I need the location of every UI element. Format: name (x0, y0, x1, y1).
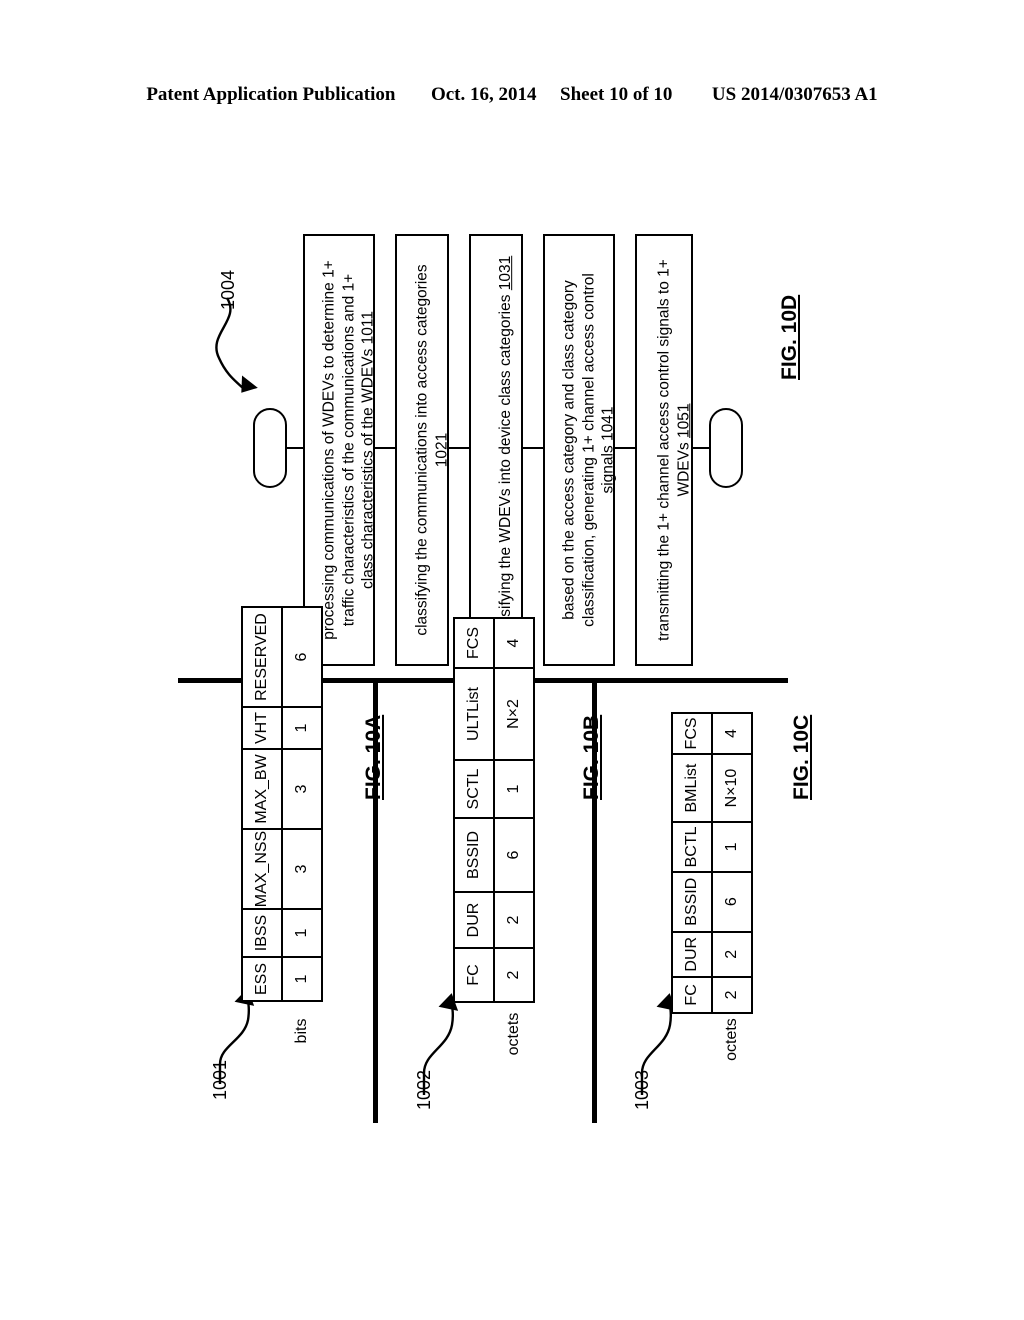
fig10a-col-ess: ESS (242, 957, 282, 1001)
fig10a-col-max-bw: MAX_BW (242, 749, 282, 829)
fig10b-col-fcs: FCS (454, 618, 494, 668)
fig10c-val-dur: 2 (712, 931, 752, 977)
flowchart-connector-5 (692, 447, 710, 449)
fig10b-col-sctl: SCTL (454, 760, 494, 818)
fig10c-col-bmlist: BMList (672, 753, 712, 823)
fig10c-col-bctl: BCTL (672, 822, 712, 872)
fig10c-col-bssid: BSSID (672, 871, 712, 932)
fig10a-val-ess: 1 (282, 957, 322, 1001)
fig10b-val-ultlist: N×2 (494, 668, 534, 760)
fig10c-val-bmlist: N×10 (712, 753, 752, 823)
flowchart-step-1021: classifying the communications into acce… (395, 234, 450, 666)
fig10c-val-bssid: 6 (712, 871, 752, 932)
patent-drawing-sheet: 1004 processing communications of WDEVs … (0, 0, 1024, 1320)
fig10b-row-label: octets (505, 1012, 522, 1056)
flowchart-start-node (253, 408, 287, 488)
fig10c-val-fcs: 4 (712, 713, 752, 754)
fig10b-col-fc: FC (454, 948, 494, 1002)
fig10c-table: FC DUR BSSID BCTL BMList FCS octets 2 2 … (671, 712, 753, 1065)
fig10b-table-grid: FC DUR BSSID SCTL ULTList FCS octets 2 2… (453, 617, 535, 1065)
fig10a-val-max-nss: 3 (282, 829, 322, 909)
fig10a-col-max-nss: MAX_NSS (242, 829, 282, 909)
fig10b-col-bssid: BSSID (454, 818, 494, 892)
fig10b-col-dur: DUR (454, 892, 494, 948)
fig10a-row-label: bits (293, 1018, 310, 1044)
fig10b-val-dur: 2 (494, 892, 534, 948)
leader-line-1004 (215, 297, 258, 393)
fig10a-val-max-bw: 3 (282, 749, 322, 829)
fig10a-header-corner (242, 1001, 282, 1060)
table-row-header: ESS IBSS MAX_NSS MAX_BW VHT RESERVED (242, 607, 282, 1060)
table-row-values: octets 2 2 6 1 N×2 4 (494, 618, 534, 1065)
fig10a-col-ibss: IBSS (242, 909, 282, 957)
table-row-header: FC DUR BSSID SCTL ULTList FCS (454, 618, 494, 1065)
figure-label-10c: FIG. 10C (790, 714, 813, 800)
figure-label-10d: FIG. 10D (778, 294, 801, 380)
fig10c-row-label: octets (723, 1018, 740, 1061)
fig10c-col-dur: DUR (672, 931, 712, 977)
fig10b-col-ultlist: ULTList (454, 668, 494, 760)
fig10c-header-corner (672, 1013, 712, 1065)
flowchart-step-1041-text: based on the access category and class c… (560, 273, 617, 627)
fig10a-col-vht: VHT (242, 707, 282, 749)
flowchart-step-1041: based on the access category and class c… (543, 234, 617, 666)
fig10c-col-fc: FC (672, 976, 712, 1014)
flowchart-step-1031-text: classifying the WDEVs into device class … (497, 255, 514, 645)
fig10a-table-grid: ESS IBSS MAX_NSS MAX_BW VHT RESERVED bit… (241, 606, 323, 1060)
flowchart-step-1011-text: processing communications of WDEVs to de… (320, 260, 377, 640)
fig10a-val-ibss: 1 (282, 909, 322, 957)
flowchart-step-1051: transmitting the 1+ channel access contr… (635, 234, 693, 666)
flowchart-connector-4 (614, 447, 636, 449)
fig10b-table: FC DUR BSSID SCTL ULTList FCS octets 2 2… (453, 617, 535, 1065)
table-row-values: octets 2 2 6 1 N×10 4 (712, 713, 752, 1065)
fig10c-val-fc: 2 (712, 976, 752, 1014)
flowchart-step-1011: processing communications of WDEVs to de… (303, 234, 377, 666)
fig10a-val-vht: 1 (282, 707, 322, 749)
fig10b-val-fcs: 4 (494, 618, 534, 668)
flowchart-step-1021-text: classifying the communications into acce… (413, 264, 450, 636)
fig10a-col-reserved: RESERVED (242, 607, 282, 707)
table-row-values: bits 1 1 3 3 1 6 (282, 607, 322, 1060)
flowchart-step-1051-text: transmitting the 1+ channel access contr… (655, 259, 692, 641)
fig10c-table-grid: FC DUR BSSID BCTL BMList FCS octets 2 2 … (671, 712, 753, 1065)
flowchart-step-1031: classifying the WDEVs into device class … (469, 234, 523, 666)
fig10b-val-bssid: 6 (494, 818, 534, 892)
table-row-header: FC DUR BSSID BCTL BMList FCS (672, 713, 712, 1065)
fig10b-header-corner (454, 1002, 494, 1065)
fig10c-col-fcs: FCS (672, 713, 712, 754)
fig10a-val-reserved: 6 (282, 607, 322, 707)
flowchart-end-node (709, 408, 743, 488)
fig10b-val-fc: 2 (494, 948, 534, 1002)
fig10b-val-sctl: 1 (494, 760, 534, 818)
figure-label-10b: FIG. 10B (580, 714, 603, 800)
flowchart-connector-2 (448, 447, 470, 449)
fig10a-table: ESS IBSS MAX_NSS MAX_BW VHT RESERVED bit… (241, 606, 323, 1060)
figure-label-10a: FIG. 10A (362, 714, 385, 800)
fig10c-val-bctl: 1 (712, 822, 752, 872)
